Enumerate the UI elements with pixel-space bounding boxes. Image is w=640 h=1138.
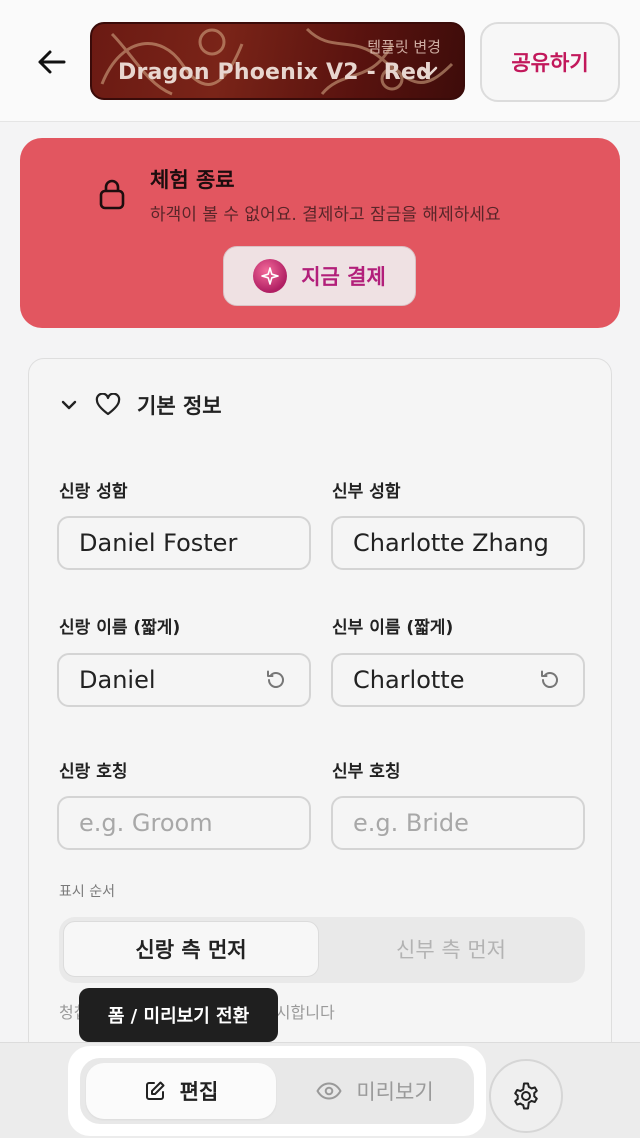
edit-mode-button[interactable]: 편집 — [86, 1063, 276, 1119]
groom-short-name-value: Daniel — [79, 666, 156, 694]
groom-title-placeholder: e.g. Groom — [79, 809, 213, 837]
preview-mode-label: 미리보기 — [356, 1080, 434, 1104]
chevron-down-icon — [61, 400, 77, 410]
trial-title: 체험 종료 — [150, 168, 235, 192]
lock-icon — [99, 179, 125, 210]
preview-mode-button[interactable]: 미리보기 — [280, 1063, 470, 1119]
eye-icon — [316, 1082, 342, 1100]
back-button[interactable] — [30, 44, 74, 80]
bride-first-option[interactable]: 신부 측 먼저 — [323, 921, 579, 977]
bride-title-field[interactable]: e.g. Bride — [331, 796, 585, 850]
groom-first-option[interactable]: 신랑 측 먼저 — [63, 921, 319, 977]
groom-name-field[interactable]: Daniel Foster — [57, 516, 311, 570]
template-caption: 템플릿 변경 — [367, 38, 441, 56]
arrow-left-icon — [38, 50, 66, 74]
mode-toggle-tooltip: 폼 / 미리보기 전환 — [79, 988, 278, 1042]
pay-now-button[interactable]: 지금 결제 — [223, 246, 416, 306]
template-selector[interactable]: 템플릿 변경 Dragon Phoenix V2 - Red — [90, 22, 465, 100]
gear-icon — [514, 1082, 538, 1110]
groom-title-label: 신랑 호칭 — [59, 762, 128, 782]
groom-title-field[interactable]: e.g. Groom — [57, 796, 311, 850]
trial-description: 하객이 볼 수 없어요. 결제하고 잠금을 해제하세요 — [150, 205, 501, 225]
basic-info-card: 기본 정보 신랑 성함 신부 성함 Daniel Foster Charlott… — [28, 358, 612, 1058]
heart-icon — [95, 393, 121, 416]
bride-name-value: Charlotte Zhang — [353, 529, 549, 557]
reset-icon[interactable] — [537, 667, 563, 693]
edit-icon — [145, 1081, 165, 1100]
bride-short-name-label: 신부 이름 (짧게) — [332, 618, 454, 638]
bride-short-name-field[interactable]: Charlotte — [331, 653, 585, 707]
bride-name-field[interactable]: Charlotte Zhang — [331, 516, 585, 570]
trial-ended-banner: 체험 종료 하객이 볼 수 없어요. 결제하고 잠금을 해제하세요 지금 결제 — [20, 138, 620, 328]
display-order-label: 표시 순서 — [59, 884, 115, 900]
bride-short-name-value: Charlotte — [353, 666, 465, 694]
mode-toggle: 편집 미리보기 — [80, 1058, 474, 1124]
display-order-segmented-control: 신랑 측 먼저 신부 측 먼저 — [59, 917, 585, 983]
edit-mode-label: 편집 — [179, 1080, 219, 1104]
top-bar: 템플릿 변경 Dragon Phoenix V2 - Red 공유하기 — [0, 0, 640, 122]
groom-name-label: 신랑 성함 — [59, 482, 128, 502]
section-title: 기본 정보 — [137, 394, 222, 418]
chevron-down-icon — [420, 66, 438, 77]
settings-button[interactable] — [489, 1059, 563, 1133]
pay-now-label: 지금 결제 — [301, 265, 386, 289]
reset-icon[interactable] — [263, 667, 289, 693]
groom-short-name-label: 신랑 이름 (짧게) — [59, 618, 181, 638]
basic-info-section-toggle[interactable]: 기본 정보 — [59, 385, 222, 425]
groom-name-value: Daniel Foster — [79, 529, 238, 557]
bride-name-label: 신부 성함 — [332, 482, 401, 502]
bride-title-placeholder: e.g. Bride — [353, 809, 469, 837]
bride-title-label: 신부 호칭 — [332, 762, 401, 782]
template-name: Dragon Phoenix V2 - Red — [118, 60, 433, 85]
sparkle-icon — [253, 259, 288, 293]
groom-short-name-field[interactable]: Daniel — [57, 653, 311, 707]
share-button[interactable]: 공유하기 — [480, 22, 620, 102]
